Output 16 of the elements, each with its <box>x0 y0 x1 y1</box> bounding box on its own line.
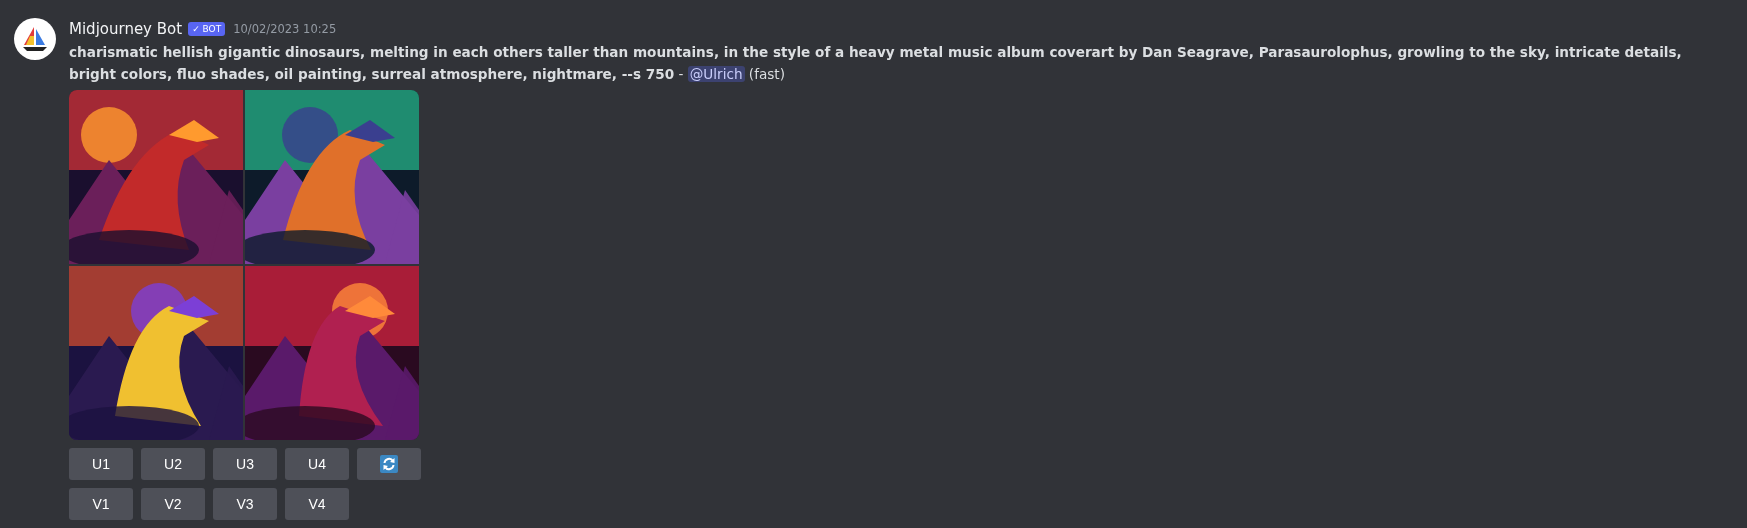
upscale-button[interactable]: V1 <box>69 488 133 520</box>
refresh-icon <box>380 455 398 473</box>
upscale-button[interactable]: V3 <box>213 488 277 520</box>
mention-link[interactable]: @Ulrich <box>687 66 745 82</box>
upscale-button[interactable]: V4 <box>285 488 349 520</box>
upscale-button[interactable]: U1 <box>69 448 133 480</box>
upscale-button[interactable]: U3 <box>213 448 277 480</box>
upscale-button[interactable]: U2 <box>141 448 205 480</box>
timestamp: 10/02/2023 10:25 <box>233 22 337 36</box>
upscale-button[interactable]: U4 <box>285 448 349 480</box>
message-text: charismatic hellish gigantic dinosaurs, melting in each others taller than mountains, in the style of a heavy metal music album coverart by Dan Seagrave, Parasaurolophus, growling to the sky, intricate details, bright colors, fluo shades, oil painting, surreal atmosphere, nightmare, --s 750 - @Ulrich (fast) <box>69 43 1683 84</box>
avatar-icon[interactable] <box>14 18 56 60</box>
author-name[interactable]: Midjourney Bot <box>69 20 183 38</box>
upscale-button[interactable]: V2 <box>141 488 205 520</box>
reroll-button[interactable] <box>357 448 421 480</box>
bot-badge: ✓ BOT <box>188 22 226 36</box>
